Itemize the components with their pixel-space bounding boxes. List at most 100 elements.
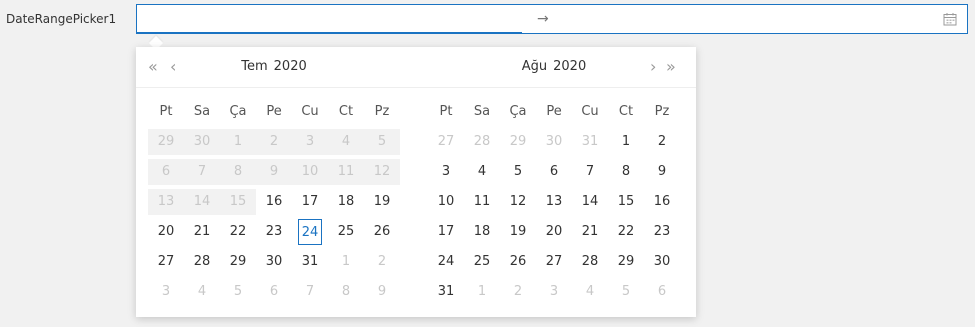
right-month[interactable]: Ağu [522,59,547,74]
day-cell[interactable]: 14 [572,189,608,215]
week-row: 3456789 [148,279,400,305]
right-calendar-title[interactable]: Ağu 2020 [428,59,680,74]
adjacent-month-day-cell[interactable]: 27 [428,129,464,155]
adjacent-month-day-cell[interactable]: 8 [328,279,364,305]
adjacent-month-day-cell[interactable]: 5 [220,279,256,305]
right-year[interactable]: 2020 [553,59,586,74]
week-row: 24 25 26 27 28 29 30 [428,249,680,275]
week-row: 29 30 1 2 3 4 5 [148,129,400,155]
disabled-day-cell: 10 [292,159,328,185]
day-cell[interactable]: 26 [364,219,400,245]
today-day-cell[interactable]: 24 [298,219,322,245]
day-cell[interactable]: 22 [608,219,644,245]
header-divider [136,87,696,88]
right-calendar-grid: Pt Sa Ça Pe Cu Ct Pz 27 28 29 30 31 1 2 3 4 5 6 7 8 9 10 11 12… [428,99,680,309]
weekday-label: Pz [654,104,670,119]
day-cell[interactable]: 23 [256,219,292,245]
adjacent-month-day-cell[interactable]: 6 [256,279,292,305]
disabled-day-cell: 8 [220,159,256,185]
adjacent-month-day-cell[interactable]: 2 [500,279,536,305]
day-cell[interactable]: 18 [328,189,364,215]
range-separator-arrow: → [537,11,549,27]
day-cell[interactable]: 28 [184,249,220,275]
day-cell[interactable]: 25 [464,249,500,275]
next-year-icon[interactable]: » [666,57,676,77]
day-cell[interactable]: 22 [220,219,256,245]
day-cell[interactable]: 19 [500,219,536,245]
day-cell[interactable]: 25 [328,219,364,245]
day-cell[interactable]: 16 [644,189,680,215]
adjacent-month-day-cell[interactable]: 9 [364,279,400,305]
day-cell[interactable]: 29 [608,249,644,275]
adjacent-month-day-cell[interactable]: 29 [500,129,536,155]
weekday-label: Cu [301,104,319,119]
next-month-icon[interactable]: › [650,57,656,77]
weekday-label: Ct [338,104,354,119]
day-cell[interactable]: 9 [644,159,680,185]
weekday-label: Ça [509,104,527,119]
day-cell[interactable]: 27 [148,249,184,275]
day-cell[interactable]: 11 [464,189,500,215]
day-cell[interactable]: 13 [536,189,572,215]
day-cell[interactable]: 1 [608,129,644,155]
day-cell[interactable]: 31 [428,279,464,305]
adjacent-month-day-cell[interactable]: 3 [536,279,572,305]
day-cell[interactable]: 6 [536,159,572,185]
day-cell[interactable]: 28 [572,249,608,275]
day-cell[interactable]: 4 [464,159,500,185]
adjacent-month-day-cell[interactable]: 4 [572,279,608,305]
weekday-label: Sa [193,104,211,119]
adjacent-month-day-cell[interactable]: 6 [644,279,680,305]
day-cell[interactable]: 27 [536,249,572,275]
calendar-icon[interactable] [943,12,957,26]
adjacent-month-day-cell[interactable]: 2 [364,249,400,275]
right-calendar: Ağu 2020 › » Pt Sa Ça Pe Cu Ct Pz 27 28 29 30 31 1 2 3… [428,47,680,299]
day-cell[interactable]: 21 [572,219,608,245]
day-cell[interactable]: 24 [428,249,464,275]
left-month[interactable]: Tem [241,59,267,74]
adjacent-month-day-cell[interactable]: 28 [464,129,500,155]
day-cell[interactable]: 29 [220,249,256,275]
day-cell[interactable]: 19 [364,189,400,215]
day-cell[interactable]: 30 [644,249,680,275]
disabled-day-cell: 6 [148,159,184,185]
adjacent-month-day-cell[interactable]: 1 [328,249,364,275]
day-cell[interactable]: 7 [572,159,608,185]
right-calendar-header: Ağu 2020 › » [428,47,680,87]
calendar-popup: « ‹ Tem 2020 Pt Sa Ça Pe Cu Ct Pz 29 30 1 2 3 4 5 6 7 8 9… [136,47,696,317]
day-cell[interactable]: 30 [256,249,292,275]
adjacent-month-day-cell[interactable]: 5 [608,279,644,305]
day-cell[interactable]: 12 [500,189,536,215]
adjacent-month-day-cell[interactable]: 1 [464,279,500,305]
day-cell[interactable]: 17 [292,189,328,215]
weekday-label: Ça [229,104,247,119]
disabled-day-cell: 15 [220,189,256,215]
adjacent-month-day-cell[interactable]: 7 [292,279,328,305]
day-cell[interactable]: 15 [608,189,644,215]
adjacent-month-day-cell[interactable]: 3 [148,279,184,305]
left-year[interactable]: 2020 [274,59,307,74]
day-cell[interactable]: 5 [500,159,536,185]
weekday-label: Cu [581,104,599,119]
day-cell[interactable]: 31 [292,249,328,275]
left-calendar-title[interactable]: Tem 2020 [148,59,400,74]
day-cell[interactable]: 17 [428,219,464,245]
day-cell[interactable]: 10 [428,189,464,215]
day-cell[interactable]: 20 [148,219,184,245]
day-cell[interactable]: 23 [644,219,680,245]
day-cell[interactable]: 26 [500,249,536,275]
disabled-day-cell: 13 [148,189,184,215]
adjacent-month-day-cell[interactable]: 4 [184,279,220,305]
day-cell[interactable]: 21 [184,219,220,245]
week-row: 3456789 [428,159,680,185]
day-cell[interactable]: 8 [608,159,644,185]
day-cell[interactable]: 16 [256,189,292,215]
date-range-input[interactable]: → [136,4,968,34]
day-cell[interactable]: 2 [644,129,680,155]
week-row: 27 28 29 30 31 1 2 [148,249,400,275]
day-cell[interactable]: 3 [428,159,464,185]
adjacent-month-day-cell[interactable]: 31 [572,129,608,155]
day-cell[interactable]: 20 [536,219,572,245]
adjacent-month-day-cell[interactable]: 30 [536,129,572,155]
day-cell[interactable]: 18 [464,219,500,245]
